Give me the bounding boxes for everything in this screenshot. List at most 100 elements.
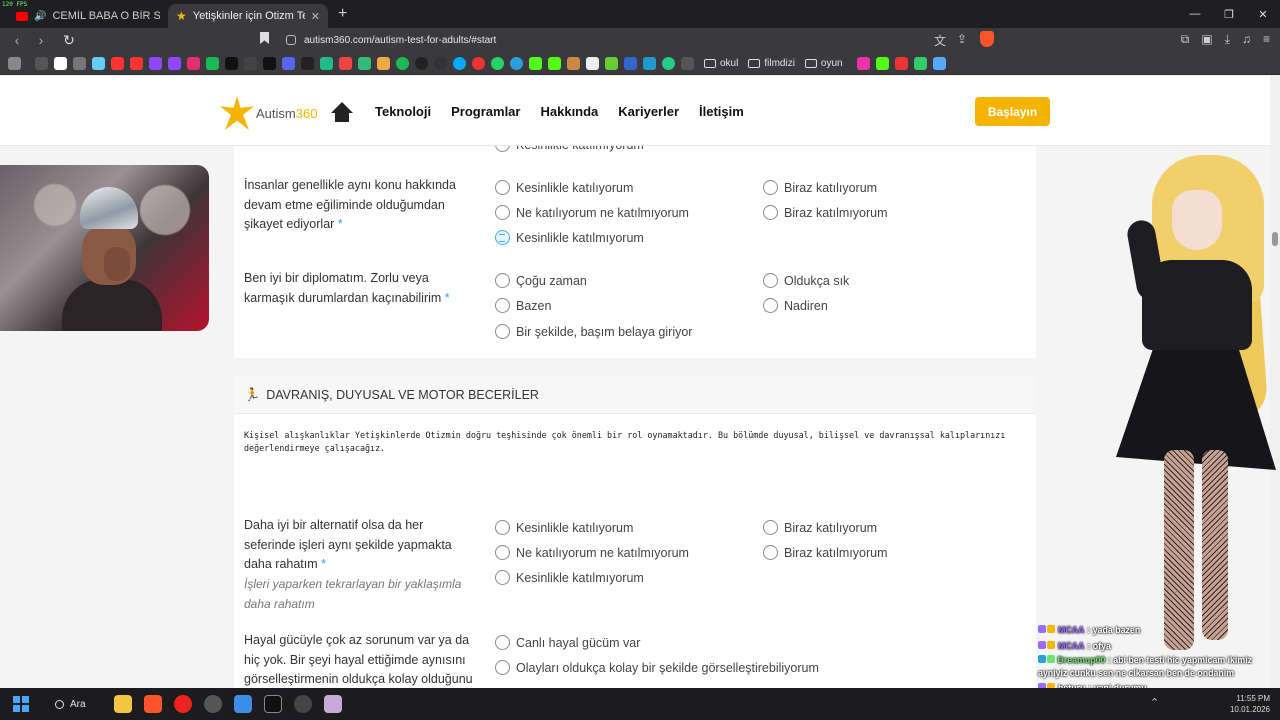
photos-icon[interactable] bbox=[233, 695, 252, 713]
bookmark-icon-7[interactable] bbox=[586, 56, 599, 70]
close-window-button[interactable]: ✕ bbox=[1246, 0, 1280, 28]
discord-icon[interactable] bbox=[282, 56, 295, 70]
tab-autism-test[interactable]: ★ Yetişkinler için Otizm Testi - Yeti ✕ bbox=[168, 4, 328, 28]
twitch-dashboard-icon[interactable] bbox=[168, 56, 181, 70]
spotify-icon[interactable] bbox=[396, 56, 409, 70]
clock[interactable]: 11:55 PM 10.01.2026 bbox=[1230, 693, 1270, 715]
capcut-icon[interactable] bbox=[263, 695, 282, 713]
menu-item-kariyerler[interactable]: Kariyerler bbox=[618, 104, 679, 119]
vtube-studio-icon[interactable] bbox=[323, 695, 342, 713]
translate-icon[interactable]: 文 bbox=[934, 32, 946, 49]
q3-option-4[interactable]: Biraz katılmıyorum bbox=[763, 545, 888, 560]
google-icon[interactable] bbox=[54, 56, 67, 70]
apps-icon[interactable] bbox=[8, 56, 21, 70]
radio-button-selected[interactable] bbox=[495, 230, 510, 245]
radio-button[interactable] bbox=[763, 273, 778, 288]
radio-button[interactable] bbox=[763, 298, 778, 313]
media-icon[interactable]: ♫ bbox=[1242, 32, 1251, 47]
bookmark-icon-8[interactable] bbox=[605, 56, 618, 70]
restore-button[interactable]: ❐ bbox=[1212, 0, 1246, 28]
link-icon[interactable] bbox=[244, 56, 257, 70]
speaker-icon[interactable]: 🔊 bbox=[34, 11, 46, 22]
youtube-music-icon[interactable] bbox=[130, 56, 143, 70]
q1-option-1[interactable]: Kesinlikle katılıyorum bbox=[495, 180, 633, 195]
youtube-bookmark-icon-2[interactable] bbox=[894, 56, 908, 70]
bookmark-icon-2[interactable] bbox=[377, 56, 390, 70]
radio-button[interactable] bbox=[495, 520, 510, 535]
media-bookmark-icon[interactable] bbox=[206, 56, 219, 70]
menu-item-programlar[interactable]: Programlar bbox=[451, 104, 520, 119]
q2-option-3[interactable]: Bazen bbox=[495, 298, 551, 313]
q2-option-2[interactable]: Oldukça sık bbox=[763, 273, 849, 288]
radio-button[interactable] bbox=[495, 635, 510, 650]
whatsapp-icon[interactable] bbox=[491, 56, 504, 70]
q1-option-4[interactable]: Biraz katılmıyorum bbox=[763, 205, 888, 220]
bookmark-icon-1[interactable] bbox=[320, 56, 333, 70]
radio-button[interactable] bbox=[495, 660, 510, 675]
q1-option-2[interactable]: Biraz katılıyorum bbox=[763, 180, 877, 195]
media-player-icon[interactable] bbox=[173, 695, 192, 713]
q2-option-4[interactable]: Nadiren bbox=[763, 298, 828, 313]
instagram-icon[interactable] bbox=[187, 56, 200, 70]
minimize-button[interactable]: — bbox=[1178, 0, 1212, 28]
bookmark-icon-6[interactable] bbox=[567, 56, 580, 70]
q2-option-5[interactable]: Bir şekilde, başım belaya giriyor bbox=[495, 324, 692, 339]
tab-youtube[interactable]: 🔊 CEMİL BABA O BİR STAR- PAPAĞ bbox=[8, 4, 168, 28]
steam-icon[interactable] bbox=[293, 695, 312, 713]
menu-item-iletisim[interactable]: İletişim bbox=[699, 104, 744, 119]
q1-option-5-selected[interactable]: Kesinlikle katılmıyorum bbox=[495, 230, 644, 245]
bookmark-icon-14[interactable] bbox=[913, 56, 927, 70]
radio-button[interactable] bbox=[495, 205, 510, 220]
drive-icon[interactable] bbox=[358, 56, 371, 70]
github-icon[interactable] bbox=[434, 56, 447, 70]
q3-option-2[interactable]: Biraz katılıyorum bbox=[763, 520, 877, 535]
kick-icon[interactable] bbox=[301, 56, 314, 70]
bookmark-icon-9[interactable] bbox=[624, 56, 637, 70]
menu-item-hakkinda[interactable]: Hakkında bbox=[540, 104, 598, 119]
radio-button[interactable] bbox=[763, 545, 778, 560]
radio-button[interactable] bbox=[763, 520, 778, 535]
bookmark-icon-3[interactable] bbox=[415, 56, 428, 70]
url-field[interactable]: autism360.com/autism-test-for-adults/#st… bbox=[280, 30, 1000, 50]
radio-button[interactable] bbox=[495, 273, 510, 288]
x-icon[interactable] bbox=[225, 56, 238, 70]
start-icon[interactable] bbox=[13, 696, 29, 712]
gmail-icon[interactable] bbox=[339, 56, 352, 70]
tiktok-icon[interactable] bbox=[263, 56, 276, 70]
file-explorer-icon[interactable] bbox=[113, 695, 132, 713]
q1-option-3[interactable]: Ne katılıyorum ne katılmıyorum bbox=[495, 205, 689, 220]
site-logo[interactable]: Autism360 bbox=[220, 96, 317, 130]
radio-button[interactable] bbox=[495, 570, 510, 585]
bookmark-folder-oyun[interactable]: oyun bbox=[804, 58, 843, 69]
bookmark-folder-okul[interactable]: okul bbox=[704, 58, 738, 69]
new-tab-button[interactable]: + bbox=[338, 5, 347, 23]
kick-bookmark-icon-2[interactable] bbox=[548, 56, 561, 70]
q2-option-1[interactable]: Çoğu zaman bbox=[495, 273, 587, 288]
chatgpt-icon[interactable] bbox=[73, 56, 86, 70]
bookmark-icon[interactable] bbox=[260, 32, 269, 44]
bookmark-icon-13[interactable] bbox=[856, 56, 870, 70]
site-info-icon[interactable] bbox=[286, 35, 296, 45]
tray-overflow-icon[interactable]: ⌃ bbox=[1150, 696, 1159, 709]
q4-option-2[interactable]: Olayları oldukça kolay bir şekilde görse… bbox=[495, 660, 819, 675]
start-button[interactable]: Başlayın bbox=[975, 97, 1050, 126]
close-tab-icon[interactable]: ✕ bbox=[311, 10, 320, 23]
bookmark-icon-15[interactable] bbox=[932, 56, 946, 70]
gemini-icon[interactable] bbox=[92, 56, 105, 70]
bookmark-icon-4[interactable] bbox=[453, 56, 466, 70]
reload-icon[interactable]: ↻ bbox=[62, 32, 76, 49]
history-icon[interactable] bbox=[35, 56, 48, 70]
radio-button[interactable] bbox=[495, 180, 510, 195]
bookmark-folder-filmdizi[interactable]: filmdizi bbox=[748, 58, 795, 69]
forward-icon[interactable]: › bbox=[34, 32, 48, 48]
radio-button[interactable] bbox=[495, 545, 510, 560]
obs-icon[interactable] bbox=[203, 695, 222, 713]
kick-bookmark-icon[interactable] bbox=[529, 56, 542, 70]
brave-icon[interactable] bbox=[143, 695, 162, 713]
bookmark-icon-5[interactable] bbox=[472, 56, 485, 70]
back-icon[interactable]: ‹ bbox=[10, 32, 24, 48]
brave-shields-icon[interactable] bbox=[980, 31, 994, 47]
share-icon[interactable]: ⇪ bbox=[957, 32, 967, 46]
radio-button[interactable] bbox=[495, 298, 510, 313]
q3-option-1[interactable]: Kesinlikle katılıyorum bbox=[495, 520, 633, 535]
